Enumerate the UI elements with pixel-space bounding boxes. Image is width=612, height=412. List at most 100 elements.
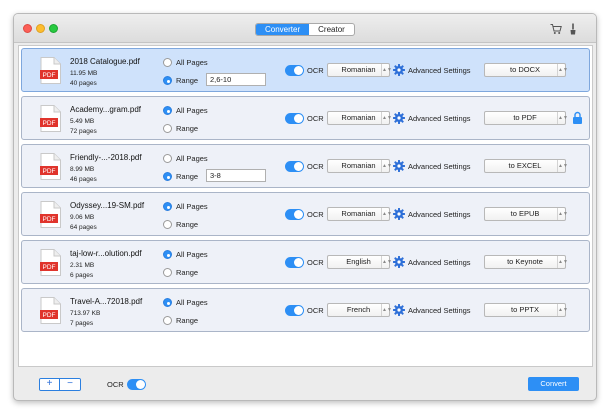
- tab-converter[interactable]: Converter: [256, 24, 310, 35]
- output-format-value: to PDF: [513, 113, 537, 122]
- gear-icon[interactable]: [393, 160, 405, 172]
- pdf-file-icon: PDF: [40, 105, 61, 132]
- file-name: Academy...gram.pdf: [70, 105, 141, 114]
- gear-icon[interactable]: [393, 208, 405, 220]
- file-page-count: 72 pages: [70, 128, 97, 135]
- output-format-value: to Keynote: [507, 257, 543, 266]
- svg-text:PDF: PDF: [43, 168, 56, 175]
- range-radio[interactable]: [163, 172, 172, 181]
- file-page-count: 6 pages: [70, 272, 94, 279]
- advanced-settings-label[interactable]: Advanced Settings: [408, 114, 471, 123]
- ocr-language-value: Romanian: [341, 113, 376, 122]
- file-size: 9.06 MB: [70, 214, 95, 221]
- output-format-select[interactable]: to PPTX ▲▼: [484, 303, 568, 317]
- ocr-language-value: English: [346, 257, 371, 266]
- all-pages-label: All Pages: [176, 250, 208, 259]
- gear-icon[interactable]: [393, 304, 405, 316]
- file-row[interactable]: PDF 2018 Catalogue.pdf 11.95 MB 40 pages…: [21, 48, 590, 92]
- pdf-file-icon: PDF: [40, 153, 61, 180]
- close-window-button[interactable]: [23, 24, 32, 33]
- remove-file-button[interactable]: −: [60, 379, 80, 390]
- ocr-language-value: French: [346, 305, 371, 314]
- title-bar: Converter Creator: [14, 14, 596, 43]
- ocr-toggle[interactable]: [285, 305, 304, 316]
- file-row[interactable]: PDF taj-low-r...olution.pdf 2.31 MB 6 pa…: [21, 240, 590, 284]
- ocr-label: OCR: [307, 162, 324, 171]
- gear-icon[interactable]: [393, 64, 405, 76]
- file-row[interactable]: PDF Travel-A...72018.pdf 713.97 KB 7 pag…: [21, 288, 590, 332]
- output-format-select[interactable]: to Keynote ▲▼: [484, 255, 568, 269]
- ocr-language-select[interactable]: Romanian ▲▼: [327, 207, 392, 221]
- page-range-input[interactable]: 2,6-10: [206, 73, 266, 86]
- output-format-select[interactable]: to EXCEL ▲▼: [484, 159, 568, 173]
- zoom-window-button[interactable]: [49, 24, 58, 33]
- all-pages-radio[interactable]: [163, 154, 172, 163]
- chevron-down-icon: ▲▼: [557, 112, 568, 124]
- file-row[interactable]: PDF Odyssey...19-SM.pdf 9.06 MB 64 pages…: [21, 192, 590, 236]
- output-format-select[interactable]: to DOCX ▲▼: [484, 63, 568, 77]
- cart-icon[interactable]: [550, 23, 562, 35]
- range-radio[interactable]: [163, 76, 172, 85]
- pdf-file-icon: PDF: [40, 249, 61, 276]
- all-pages-radio[interactable]: [163, 58, 172, 67]
- chevron-down-icon: ▲▼: [381, 112, 392, 124]
- ocr-language-select[interactable]: Romanian ▲▼: [327, 63, 392, 77]
- range-radio[interactable]: [163, 220, 172, 229]
- add-remove-control: + −: [39, 378, 81, 391]
- brush-icon[interactable]: [567, 23, 579, 35]
- output-format-select[interactable]: to PDF ▲▼: [484, 111, 568, 125]
- advanced-settings-label[interactable]: Advanced Settings: [408, 66, 471, 75]
- pdf-file-icon: PDF: [40, 297, 61, 324]
- output-format-value: to PPTX: [511, 305, 539, 314]
- file-row[interactable]: PDF Friendly-...-2018.pdf 8.99 MB 46 pag…: [21, 144, 590, 188]
- ocr-language-select[interactable]: Romanian ▲▼: [327, 159, 392, 173]
- ocr-toggle[interactable]: [285, 161, 304, 172]
- range-radio[interactable]: [163, 316, 172, 325]
- ocr-toggle[interactable]: [285, 257, 304, 268]
- ocr-label: OCR: [307, 258, 324, 267]
- ocr-toggle[interactable]: [285, 65, 304, 76]
- advanced-settings-label[interactable]: Advanced Settings: [408, 306, 471, 315]
- page-range-input[interactable]: 3-8: [206, 169, 266, 182]
- ocr-language-select[interactable]: French ▲▼: [327, 303, 392, 317]
- range-label: Range: [176, 76, 199, 85]
- all-pages-label: All Pages: [176, 202, 208, 211]
- range-radio[interactable]: [163, 268, 172, 277]
- range-radio[interactable]: [163, 124, 172, 133]
- file-page-count: 46 pages: [70, 176, 97, 183]
- all-pages-radio[interactable]: [163, 250, 172, 259]
- advanced-settings-label[interactable]: Advanced Settings: [408, 258, 471, 267]
- range-label: Range: [176, 268, 199, 277]
- ocr-toggle[interactable]: [285, 113, 304, 124]
- svg-text:PDF: PDF: [43, 264, 56, 271]
- minimize-window-button[interactable]: [36, 24, 45, 33]
- ocr-language-select[interactable]: Romanian ▲▼: [327, 111, 392, 125]
- toggle-knob: [136, 380, 145, 389]
- lock-icon[interactable]: [572, 111, 583, 124]
- toggle-knob: [294, 114, 303, 123]
- file-size: 8.99 MB: [70, 166, 95, 173]
- file-size: 2.31 MB: [70, 262, 95, 269]
- advanced-settings-label[interactable]: Advanced Settings: [408, 210, 471, 219]
- file-page-count: 40 pages: [70, 80, 97, 87]
- all-pages-radio[interactable]: [163, 298, 172, 307]
- tab-creator[interactable]: Creator: [309, 24, 354, 35]
- global-ocr-toggle[interactable]: [127, 379, 146, 390]
- gear-icon[interactable]: [393, 256, 405, 268]
- file-row[interactable]: PDF Academy...gram.pdf 5.49 MB 72 pages …: [21, 96, 590, 140]
- ocr-language-select[interactable]: English ▲▼: [327, 255, 392, 269]
- ocr-toggle[interactable]: [285, 209, 304, 220]
- mode-segmented-control: Converter Creator: [255, 23, 355, 36]
- advanced-settings-label[interactable]: Advanced Settings: [408, 162, 471, 171]
- add-file-button[interactable]: +: [40, 379, 60, 390]
- output-format-value: to EXCEL: [508, 161, 542, 170]
- gear-icon[interactable]: [393, 112, 405, 124]
- all-pages-radio[interactable]: [163, 106, 172, 115]
- file-size: 5.49 MB: [70, 118, 95, 125]
- all-pages-radio[interactable]: [163, 202, 172, 211]
- chevron-down-icon: ▲▼: [381, 256, 392, 268]
- all-pages-label: All Pages: [176, 58, 208, 67]
- chevron-down-icon: ▲▼: [381, 64, 392, 76]
- convert-button[interactable]: Convert: [528, 377, 579, 391]
- output-format-select[interactable]: to EPUB ▲▼: [484, 207, 568, 221]
